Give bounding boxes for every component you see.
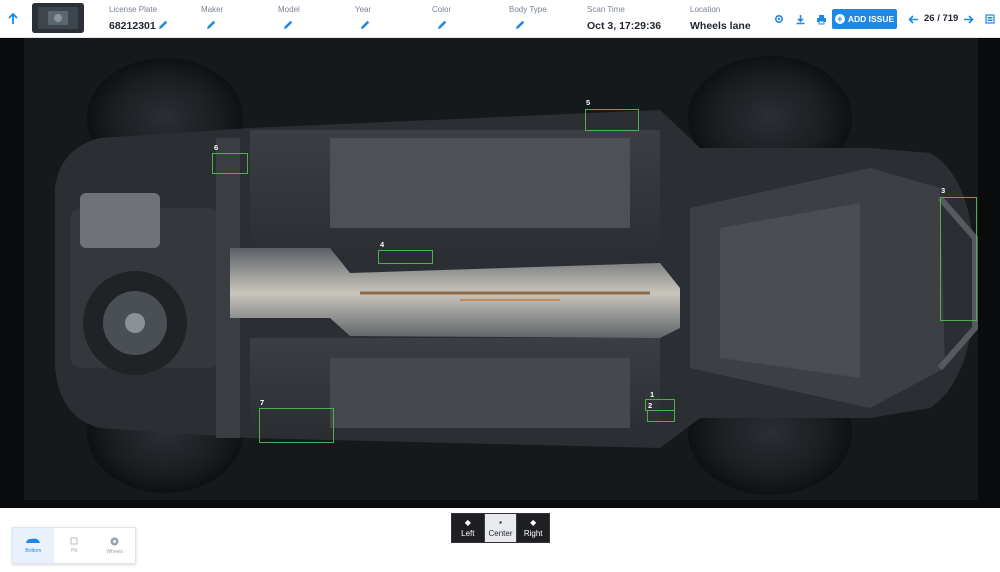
detection-box-3[interactable]: [940, 197, 977, 321]
next-button[interactable]: [961, 12, 975, 26]
pencil-icon[interactable]: [436, 19, 448, 31]
scan-time-value: Oct 3, 17:29:36: [587, 20, 662, 32]
print-icon: [816, 14, 826, 24]
arrow-right-icon: [963, 14, 974, 24]
detection-box-7[interactable]: [259, 408, 334, 443]
detection-box-5[interactable]: [585, 109, 639, 131]
list-icon: [985, 14, 995, 24]
model-field: Model: [278, 5, 300, 19]
download-button[interactable]: [793, 12, 807, 26]
pencil-icon[interactable]: [157, 19, 169, 31]
plus-icon: +: [834, 14, 845, 24]
bottom-controls: ◆ Left ▪ Center ◆ Right Bottom Pit Wheel…: [0, 508, 1000, 572]
detection-label-6: 6: [214, 143, 219, 152]
detection-label-4: 4: [380, 240, 385, 249]
detection-label-7: 7: [260, 398, 265, 407]
view-left-label: Left: [461, 529, 475, 538]
camera-center-icon: ▪: [499, 518, 502, 527]
scan-thumbnail[interactable]: [32, 3, 84, 33]
undercarriage-viewer[interactable]: 1 2 3 4 5 6 7: [0, 38, 1000, 508]
top-bar: License Plate 68212301 Maker Model Year …: [0, 0, 1000, 38]
camera-right-icon: ◆: [530, 518, 537, 527]
location-value: Wheels lane: [690, 20, 751, 32]
location-field: Location Wheels lane: [690, 5, 751, 33]
mode-bottom-tab[interactable]: Bottom: [13, 528, 54, 563]
year-label: Year: [355, 5, 372, 14]
maker-label: Maker: [201, 5, 224, 14]
pencil-icon[interactable]: [205, 19, 217, 31]
settings-icon: [774, 14, 784, 24]
pager-text: 26 / 719: [924, 13, 959, 24]
location-label: Location: [690, 5, 721, 14]
mode-wheels-label: Wheels: [106, 548, 124, 555]
scan-time-field: Scan Time Oct 3, 17:29:36: [587, 5, 661, 33]
mode-bottom-label: Bottom: [25, 548, 42, 554]
detection-label-3: 3: [941, 186, 946, 195]
pit-icon: [70, 537, 78, 545]
previous-button[interactable]: [906, 12, 920, 26]
camera-view-switch: ◆ Left ▪ Center ◆ Right: [451, 513, 550, 543]
license-plate-field: License Plate 68212301: [109, 5, 157, 33]
pencil-icon[interactable]: [359, 19, 371, 31]
license-plate-label: License Plate: [109, 5, 158, 14]
back-up-button[interactable]: [4, 10, 22, 28]
view-center-button[interactable]: ▪ Center: [484, 514, 518, 542]
car-bottom-icon: [26, 538, 41, 543]
view-center-label: Center: [488, 529, 513, 538]
list-button[interactable]: [983, 12, 997, 26]
camera-left-icon: ◆: [464, 518, 471, 527]
license-plate-value: 68212301: [109, 20, 156, 32]
wheel-icon: [110, 537, 119, 545]
scan-time-label: Scan Time: [587, 5, 625, 14]
maker-field: Maker: [201, 5, 223, 19]
model-label: Model: [278, 5, 300, 14]
view-right-button[interactable]: ◆ Right: [517, 514, 549, 542]
view-left-button[interactable]: ◆ Left: [452, 514, 485, 542]
undercarriage-scan-image: [55, 56, 978, 495]
year-field: Year: [355, 5, 371, 19]
detection-box-2[interactable]: [647, 410, 675, 422]
body-type-field: Body Type: [509, 5, 547, 19]
color-field: Color: [432, 5, 451, 19]
download-icon: [796, 14, 804, 24]
color-label: Color: [432, 5, 452, 14]
view-right-label: Right: [523, 529, 543, 538]
detection-label-2: 2: [648, 401, 653, 410]
mode-pit-tab[interactable]: Pit: [54, 528, 95, 563]
detection-label-1: 1: [650, 390, 655, 399]
mode-pit-label: Pit: [71, 548, 77, 554]
pencil-icon[interactable]: [514, 19, 526, 31]
add-issue-button[interactable]: + ADD ISSUE: [832, 9, 897, 29]
scan-mode-bar: Bottom Pit Wheels: [12, 527, 136, 564]
settings-button[interactable]: [772, 12, 786, 26]
body-type-label: Body Type: [509, 5, 547, 14]
arrow-up-icon: [8, 13, 18, 24]
detection-label-5: 5: [586, 98, 591, 107]
print-button[interactable]: [814, 12, 828, 26]
detection-box-6[interactable]: [212, 153, 248, 174]
arrow-left-icon: [907, 14, 918, 24]
add-issue-label: ADD ISSUE: [847, 14, 895, 24]
detection-box-4[interactable]: [378, 250, 433, 264]
mode-wheels-tab[interactable]: Wheels: [94, 528, 135, 563]
pencil-icon[interactable]: [282, 19, 294, 31]
